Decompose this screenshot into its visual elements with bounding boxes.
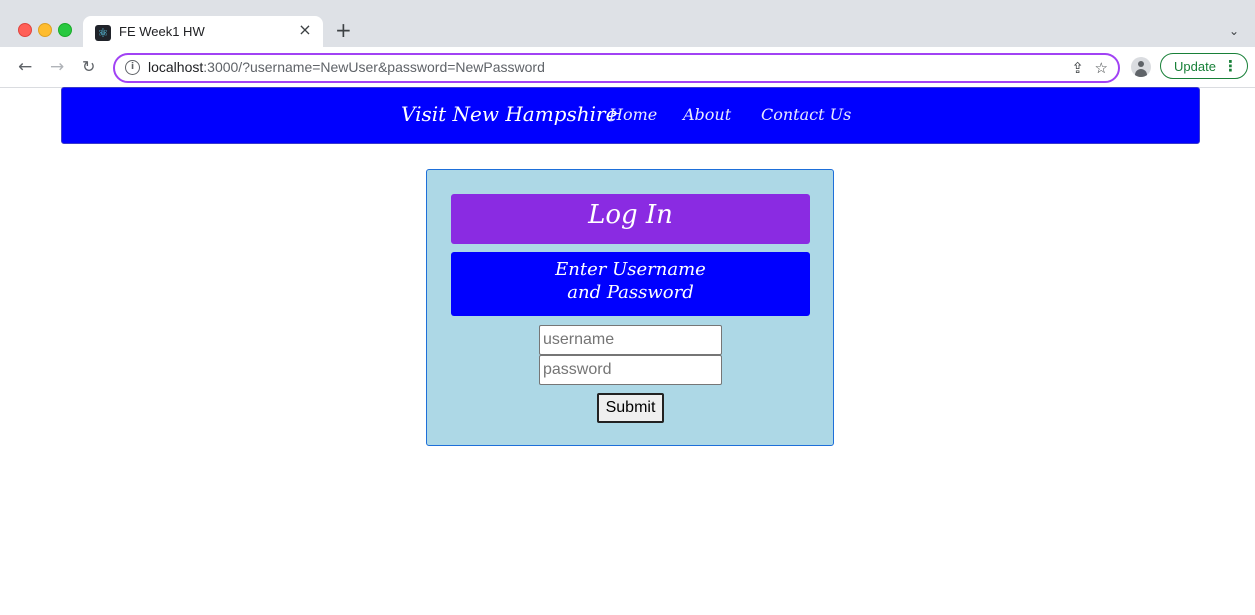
navbar-brand[interactable]: Visit New Hampshire bbox=[401, 102, 617, 126]
forward-arrow-icon[interactable]: → bbox=[50, 57, 64, 77]
nav-link-home[interactable]: Home bbox=[609, 105, 657, 124]
back-arrow-icon[interactable]: ← bbox=[18, 57, 32, 77]
login-card: Log In Enter Username and Password Submi… bbox=[426, 169, 834, 446]
site-info-icon[interactable]: i bbox=[125, 60, 140, 75]
reload-icon[interactable]: ↻ bbox=[82, 57, 95, 77]
minimize-window-button[interactable] bbox=[38, 23, 52, 37]
tab-search-chevron-icon[interactable]: ⌄ bbox=[1229, 24, 1239, 38]
tab-title: FE Week1 HW bbox=[119, 24, 205, 39]
new-tab-icon[interactable]: + bbox=[335, 20, 352, 40]
profile-avatar-icon[interactable] bbox=[1131, 57, 1151, 77]
nav-link-contact[interactable]: Contact Us bbox=[761, 105, 851, 124]
address-bar[interactable]: i localhost:3000/?username=NewUser&passw… bbox=[113, 53, 1120, 83]
more-vertical-icon: ⋮ bbox=[1223, 57, 1238, 75]
url-text[interactable]: localhost:3000/?username=NewUser&passwor… bbox=[148, 59, 545, 75]
username-input[interactable] bbox=[539, 325, 722, 355]
nav-link-about[interactable]: About bbox=[683, 105, 731, 124]
submit-button[interactable]: Submit bbox=[597, 393, 664, 423]
login-subheading-box: Enter Username and Password bbox=[451, 252, 810, 316]
password-input[interactable] bbox=[539, 355, 722, 385]
update-button[interactable]: Update ⋮ bbox=[1160, 53, 1248, 79]
react-logo-icon: ⚛ bbox=[95, 25, 111, 41]
close-window-button[interactable] bbox=[18, 23, 32, 37]
browser-tabstrip: ⚛ FE Week1 HW × + ⌄ bbox=[0, 0, 1255, 47]
bookmark-star-icon[interactable]: ☆ bbox=[1095, 59, 1108, 77]
zoom-window-button[interactable] bbox=[58, 23, 72, 37]
share-icon[interactable]: ⇪ bbox=[1071, 59, 1084, 77]
site-navbar: Visit New Hampshire Home About Contact U… bbox=[61, 87, 1200, 144]
browser-tab[interactable]: ⚛ FE Week1 HW × bbox=[83, 16, 323, 47]
login-heading: Log In bbox=[588, 200, 673, 230]
browser-toolbar: ← → ↻ i localhost:3000/?username=NewUser… bbox=[0, 47, 1255, 88]
url-host: localhost bbox=[148, 59, 204, 75]
tab-close-icon[interactable]: × bbox=[297, 22, 313, 38]
update-label: Update bbox=[1174, 59, 1216, 74]
login-subheading: Enter Username and Password bbox=[555, 259, 706, 303]
login-heading-box: Log In bbox=[451, 194, 810, 244]
url-path: :3000/?username=NewUser&password=NewPass… bbox=[203, 59, 545, 75]
